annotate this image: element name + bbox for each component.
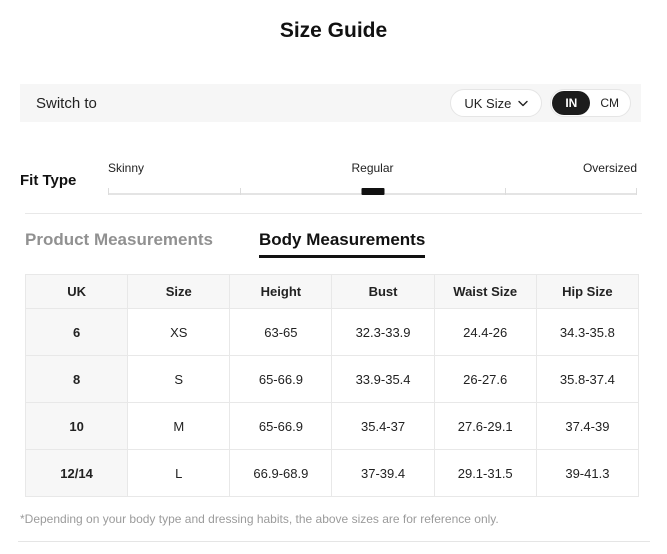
fit-slider-tick xyxy=(504,188,506,195)
chevron-down-icon xyxy=(518,100,529,107)
reference-footnote: *Depending on your body type and dressin… xyxy=(20,512,499,526)
fit-option-oversized[interactable]: Oversized xyxy=(583,161,637,175)
fit-slider-tick xyxy=(108,188,109,195)
switch-controls: UK Size IN CM xyxy=(450,89,631,117)
fit-type-label: Fit Type xyxy=(20,172,77,189)
size-guide-panel: Size Guide Switch to UK Size IN CM Fit T… xyxy=(0,0,667,554)
switch-to-label: Switch to xyxy=(36,94,97,112)
fit-slider-handle[interactable] xyxy=(361,188,384,195)
table-cell: L xyxy=(127,449,231,497)
fit-slider-tick xyxy=(636,188,637,195)
table-row: 8 S 65-66.9 33.9-35.4 26-27.6 35.8-37.4 xyxy=(24,355,640,403)
size-system-value: UK Size xyxy=(464,95,512,111)
measurement-tabs: Product Measurements Body Measurements xyxy=(25,230,426,258)
table-cell: 66.9-68.9 xyxy=(229,449,333,497)
fit-slider-tick xyxy=(240,188,242,195)
column-header-hip: Hip Size xyxy=(535,274,640,309)
fit-type-options: Skinny Regular Oversized xyxy=(108,161,637,176)
table-cell: 37-39.4 xyxy=(331,449,435,497)
column-header-uk: UK xyxy=(24,274,129,309)
switch-bar: Switch to UK Size IN CM xyxy=(20,84,641,122)
table-cell: S xyxy=(127,355,231,403)
table-cell: 26-27.6 xyxy=(433,355,537,403)
table-cell: XS xyxy=(127,308,231,356)
unit-option-cm[interactable]: CM xyxy=(590,96,629,110)
column-header-height: Height xyxy=(229,274,333,309)
table-cell: 8 xyxy=(24,355,129,403)
table-cell: 29.1-31.5 xyxy=(433,449,537,497)
table-cell: 65-66.9 xyxy=(229,402,333,450)
table-cell: 65-66.9 xyxy=(229,355,333,403)
table-cell: 6 xyxy=(24,308,129,356)
table-cell: 35.8-37.4 xyxy=(535,355,640,403)
table-cell: 32.3-33.9 xyxy=(331,308,435,356)
table-cell: 37.4-39 xyxy=(535,402,640,450)
table-cell: 12/14 xyxy=(24,449,129,497)
table-cell: 39-41.3 xyxy=(535,449,640,497)
table-cell: 24.4-26 xyxy=(433,308,537,356)
table-cell: M xyxy=(127,402,231,450)
table-row: 10 M 65-66.9 35.4-37 27.6-29.1 37.4-39 xyxy=(24,402,640,450)
table-header-row: UK Size Height Bust Waist Size Hip Size xyxy=(24,274,640,309)
table-cell: 27.6-29.1 xyxy=(433,402,537,450)
size-system-dropdown[interactable]: UK Size xyxy=(450,89,543,117)
fit-slider-track[interactable] xyxy=(108,187,637,195)
table-row: 12/14 L 66.9-68.9 37-39.4 29.1-31.5 39-4… xyxy=(24,449,640,497)
tab-product-measurements[interactable]: Product Measurements xyxy=(25,230,213,258)
column-header-bust: Bust xyxy=(331,274,435,309)
fit-type-slider: Skinny Regular Oversized xyxy=(108,161,637,195)
fit-option-skinny[interactable]: Skinny xyxy=(108,161,144,175)
section-divider xyxy=(25,213,642,214)
table-cell: 10 xyxy=(24,402,129,450)
unit-toggle: IN CM xyxy=(550,89,631,117)
table-row: 6 XS 63-65 32.3-33.9 24.4-26 34.3-35.8 xyxy=(24,308,640,356)
table-cell: 63-65 xyxy=(229,308,333,356)
table-cell: 34.3-35.8 xyxy=(535,308,640,356)
bottom-divider xyxy=(18,541,650,542)
column-header-size: Size xyxy=(127,274,231,309)
body-measurements-table: UK Size Height Bust Waist Size Hip Size … xyxy=(24,274,640,497)
column-header-waist: Waist Size xyxy=(433,274,537,309)
table-cell: 33.9-35.4 xyxy=(331,355,435,403)
table-cell: 35.4-37 xyxy=(331,402,435,450)
unit-option-in[interactable]: IN xyxy=(552,91,591,115)
fit-option-regular[interactable]: Regular xyxy=(351,161,393,175)
page-title: Size Guide xyxy=(279,19,388,42)
tab-body-measurements[interactable]: Body Measurements xyxy=(259,230,426,258)
